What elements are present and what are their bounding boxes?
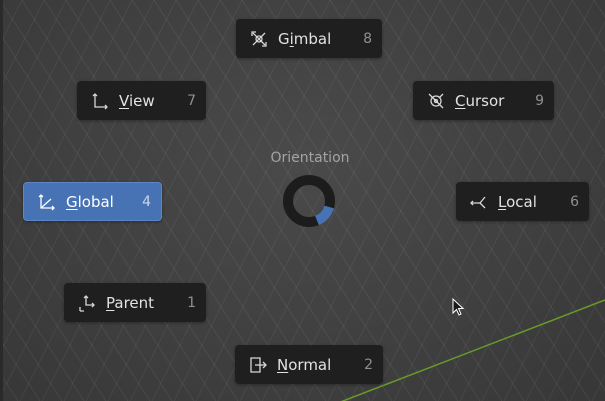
gimbal-icon — [248, 28, 270, 50]
viewport-edge — [0, 0, 3, 401]
shortcut-key: 1 — [187, 294, 196, 311]
view-orientation-icon — [89, 90, 111, 112]
pie-item-normal[interactable]: Normal 2 — [235, 345, 383, 384]
pie-item-gimbal[interactable]: Gimbal 8 — [236, 19, 382, 58]
pie-direction-ring — [283, 175, 335, 227]
pie-item-global[interactable]: Global 4 — [23, 182, 162, 221]
parent-orientation-icon — [76, 292, 98, 314]
pie-item-local[interactable]: Local 6 — [456, 182, 589, 221]
shortcut-key: 4 — [142, 193, 151, 210]
pie-menu-title: Orientation — [270, 150, 350, 166]
pie-item-parent[interactable]: Parent 1 — [64, 283, 206, 322]
shortcut-key: 9 — [535, 92, 544, 109]
normal-orientation-icon — [247, 354, 269, 376]
pie-item-view[interactable]: View 7 — [77, 81, 206, 120]
shortcut-key: 7 — [187, 92, 196, 109]
local-orientation-icon — [468, 191, 490, 213]
3d-viewport[interactable]: Orientation Gimbal 8 View 7 Cursor 9 Glo… — [0, 0, 605, 401]
mouse-pointer-icon — [452, 298, 465, 316]
shortcut-key: 6 — [570, 193, 579, 210]
shortcut-key: 2 — [364, 356, 373, 373]
global-orientation-icon — [36, 191, 58, 213]
pie-item-cursor[interactable]: Cursor 9 — [413, 81, 554, 120]
shortcut-key: 8 — [363, 30, 372, 47]
cursor-orientation-icon — [425, 90, 447, 112]
